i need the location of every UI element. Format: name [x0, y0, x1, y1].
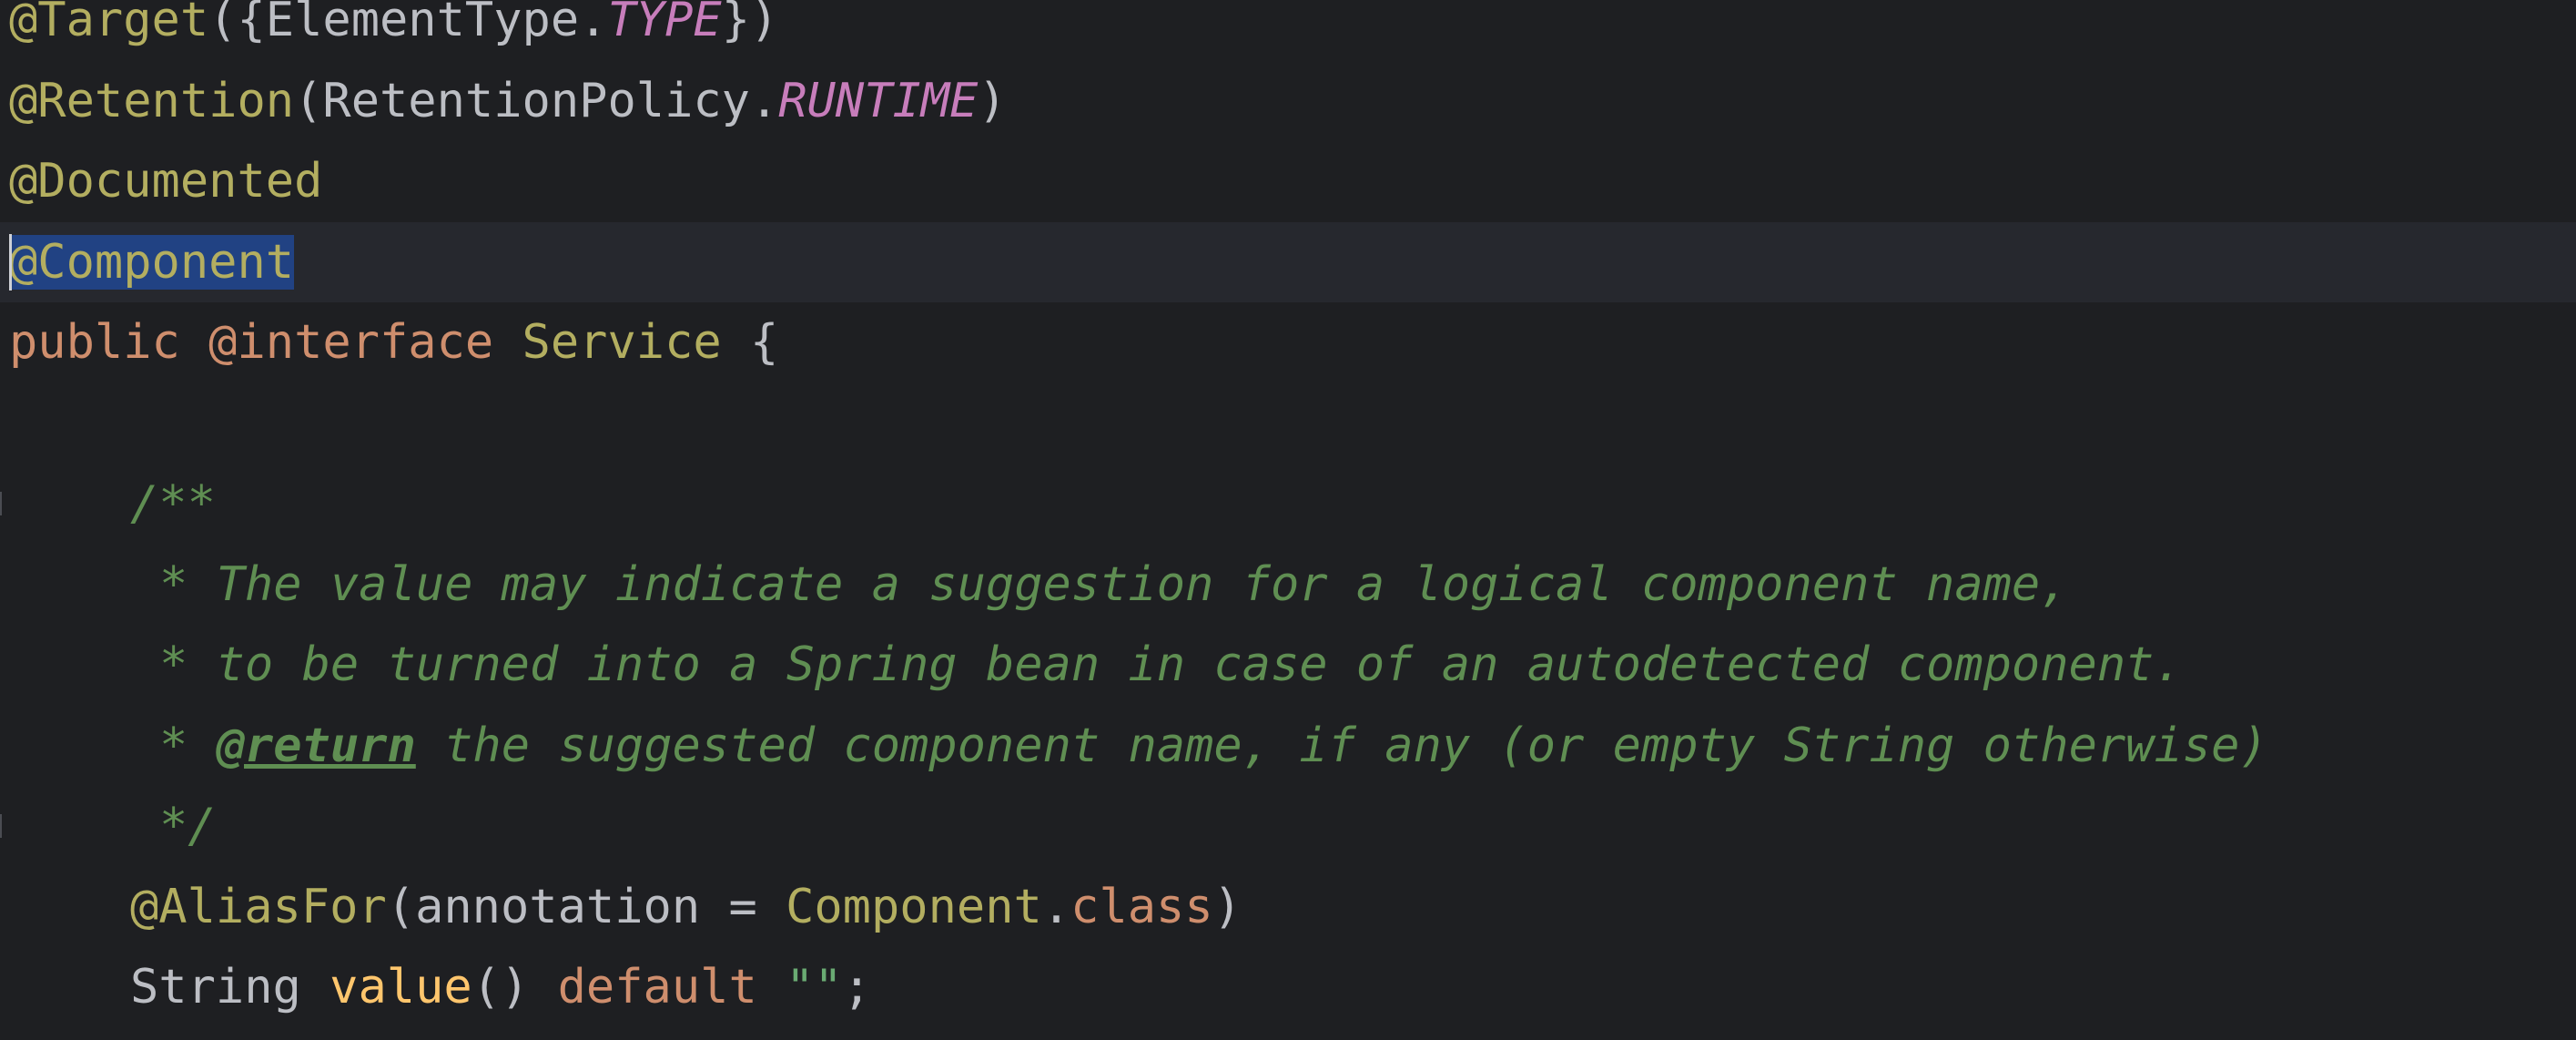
code-token: @Documented [9, 154, 323, 209]
code-token: (annotation = [386, 879, 786, 934]
code-token: ) [978, 73, 1007, 128]
code-line-text: * The value may indicate a suggestion fo… [159, 545, 2069, 625]
code-token: ({ElementType. [208, 0, 608, 47]
code-token: () [472, 960, 558, 1015]
code-line-1[interactable]: @Target({ElementType.TYPE}) [0, 0, 2576, 60]
code-token: ; [842, 960, 872, 1015]
code-line-7[interactable]: /** [0, 464, 2576, 544]
fold-marker-icon[interactable] [0, 814, 7, 838]
code-editor[interactable]: @Target({ElementType.TYPE}) @Retention(Re… [0, 0, 2576, 1040]
code-token: (RetentionPolicy. [294, 73, 779, 128]
code-token: * to be turned into a Spring bean in cas… [159, 637, 2183, 692]
code-line-text: @Retention(RetentionPolicy.RUNTIME) [9, 61, 1007, 141]
code-line-text: * @return the suggested component name, … [159, 706, 2268, 786]
code-token: public [9, 315, 180, 370]
code-line-text: /** [130, 464, 216, 544]
code-line-text: @Target({ElementType.TYPE}) [9, 0, 778, 60]
code-token: String [130, 960, 301, 1015]
code-line-11[interactable]: */ [0, 786, 2576, 866]
code-line-text: * to be turned into a Spring bean in cas… [159, 625, 2183, 705]
code-token: @AliasFor [130, 879, 387, 934]
code-token: TYPE [607, 0, 722, 47]
code-token: the suggested component name, if any (or… [415, 718, 2268, 773]
code-line-6[interactable] [0, 383, 2576, 464]
code-token: * The value may indicate a suggestion fo… [159, 556, 2069, 612]
code-token: Service [522, 315, 722, 370]
code-token: @Target [9, 0, 209, 47]
code-token: "" [786, 960, 843, 1015]
code-line-13[interactable]: String value() default ""; [0, 947, 2576, 1027]
code-line-8[interactable]: * The value may indicate a suggestion fo… [0, 545, 2576, 625]
fold-marker-icon[interactable] [0, 492, 7, 515]
code-line-9[interactable]: * to be turned into a Spring bean in cas… [0, 625, 2576, 705]
code-line-4[interactable]: @Component [0, 221, 2576, 302]
text-caret [9, 233, 12, 291]
code-line-3[interactable]: @Documented [0, 141, 2576, 221]
code-token: Component [786, 879, 1042, 934]
code-line-10[interactable]: * @return the suggested component name, … [0, 706, 2576, 786]
code-token: RUNTIME [778, 73, 979, 128]
code-token: . [1041, 879, 1071, 934]
code-token: }) [721, 0, 779, 47]
code-token: { [721, 315, 779, 370]
code-token: @Retention [9, 73, 295, 128]
code-token: ) [1212, 879, 1242, 934]
code-token: value [330, 960, 472, 1015]
code-token: * [159, 718, 217, 773]
code-line-text: String value() default ""; [130, 947, 871, 1027]
code-line-text: public @interface Service { [9, 302, 778, 382]
code-token: @Component [9, 234, 295, 290]
code-token: @return [216, 718, 416, 773]
code-token: class [1070, 879, 1213, 934]
code-token: default [557, 960, 757, 1015]
code-token: @interface [208, 315, 494, 370]
code-token: /** [130, 476, 216, 531]
code-token: */ [159, 799, 217, 853]
code-line-text: @Component [9, 222, 295, 302]
code-line-12[interactable]: @AliasFor(annotation = Component.class) [0, 867, 2576, 947]
code-line-2[interactable]: @Retention(RetentionPolicy.RUNTIME) [0, 61, 2576, 141]
code-line-text: */ [159, 786, 217, 866]
code-line-text: @Documented [9, 141, 322, 221]
code-line-5[interactable]: public @interface Service { [0, 302, 2576, 382]
code-line-text: @AliasFor(annotation = Component.class) [130, 867, 1242, 947]
